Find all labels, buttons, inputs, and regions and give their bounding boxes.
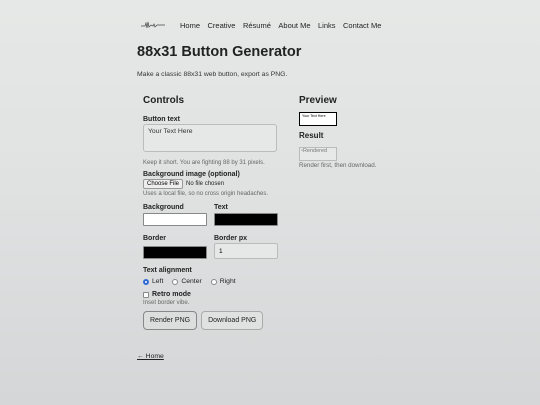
controls-heading: Controls	[143, 95, 185, 106]
bg-image-file-input: Choose File No file chosen	[143, 179, 283, 189]
align-right-radio[interactable]	[210, 278, 217, 285]
result-heading: Result	[299, 131, 324, 140]
render-png-button[interactable]: Render PNG	[143, 311, 198, 330]
top-nav: Home Creative Résumé About Me Links Cont…	[140, 18, 389, 32]
back-home-link[interactable]: ← Home	[137, 353, 164, 360]
align-left-radio[interactable]	[143, 278, 149, 285]
alignment-radio-group: Left Center Right	[143, 278, 283, 285]
preview-heading: Preview	[299, 95, 337, 106]
color-grid-top: Background Text	[143, 204, 283, 226]
button-text-hint: Keep it short. You are fighting 88 by 31…	[143, 160, 265, 166]
retro-mode-checkbox[interactable]	[143, 291, 149, 298]
nav-links[interactable]: Links	[318, 21, 336, 30]
text-color-label: Text	[214, 204, 228, 211]
result-alt-text: Rendered	[302, 148, 328, 154]
background-label: Background	[143, 204, 184, 211]
border-grid: Border Border px	[143, 235, 283, 259]
nav-resume[interactable]: Résumé	[243, 21, 271, 30]
border-label: Border	[143, 235, 166, 242]
page-title: 88x31 Button Generator	[137, 44, 302, 60]
border-px-input[interactable]	[214, 243, 278, 259]
preview-panel: Preview Your Text Here Result ▫Rendered …	[299, 95, 429, 169]
align-left-label[interactable]: Left	[152, 278, 163, 285]
result-image: ▫Rendered	[299, 147, 337, 161]
retro-mode-label[interactable]: Retro mode	[152, 291, 191, 298]
signature-logo-icon[interactable]	[140, 20, 166, 30]
background-color-picker[interactable]	[143, 213, 207, 226]
retro-mode-hint: Inset border vibe.	[143, 300, 190, 306]
controls-panel: Controls Button text Keep it short. You …	[143, 95, 283, 330]
action-buttons: Render PNG Download PNG	[143, 311, 283, 330]
nav-about-me[interactable]: About Me	[278, 21, 310, 30]
border-color-picker[interactable]	[143, 246, 207, 259]
bg-image-label: Background image (optional)	[143, 171, 240, 178]
no-file-text: No file chosen	[186, 181, 225, 187]
button-preview: Your Text Here	[299, 112, 337, 126]
nav-contact-me[interactable]: Contact Me	[343, 21, 381, 30]
choose-file-button[interactable]: Choose File	[143, 179, 184, 189]
result-hint: Render first, then download.	[299, 162, 377, 169]
align-center-label[interactable]: Center	[181, 278, 201, 285]
text-color-picker[interactable]	[214, 213, 278, 226]
page-subtitle: Make a classic 88x31 web button, export …	[137, 71, 288, 78]
preview-text: Your Text Here	[302, 114, 326, 118]
bg-image-hint: Uses a local file, so no cross origin he…	[143, 191, 269, 197]
button-text-label: Button text	[143, 116, 180, 123]
download-png-button[interactable]: Download PNG	[201, 311, 264, 330]
alignment-label: Text alignment	[143, 267, 192, 274]
align-right-label[interactable]: Right	[220, 278, 236, 285]
button-text-input[interactable]	[143, 124, 277, 152]
nav-home[interactable]: Home	[180, 21, 200, 30]
nav-creative[interactable]: Creative	[208, 21, 236, 30]
border-px-label: Border px	[214, 235, 248, 242]
align-center-radio[interactable]	[172, 278, 179, 285]
retro-mode-row: Retro mode	[143, 291, 283, 298]
